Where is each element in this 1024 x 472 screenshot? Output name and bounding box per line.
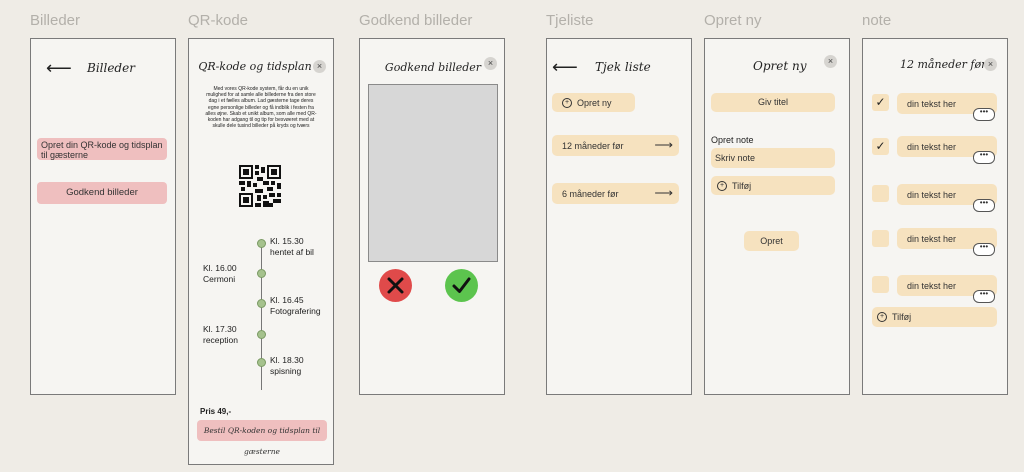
- checkbox[interactable]: [872, 276, 889, 293]
- timeline-dot: [257, 299, 266, 308]
- arrow-left-icon[interactable]: ⟵: [552, 57, 578, 78]
- checkbox[interactable]: [872, 230, 889, 247]
- more-options-icon[interactable]: •••: [973, 243, 995, 256]
- note-row[interactable]: din tekst her •••: [897, 184, 997, 212]
- more-options-icon[interactable]: •••: [973, 108, 995, 121]
- plus-circle-icon: +: [717, 180, 727, 191]
- page-title: QR-kode og tidsplan: [198, 60, 312, 73]
- billeder-frame: ⟵ Billeder Opret din QR-kode og tidsplan…: [30, 38, 176, 395]
- timeline-entry: Kl. 18.30 spisning: [270, 355, 304, 376]
- more-options-icon[interactable]: •••: [973, 290, 995, 303]
- timeline-line: [261, 242, 262, 390]
- page-title: Billeder: [87, 61, 135, 75]
- frame-label-tjek: Tjeliste: [546, 12, 594, 29]
- arrow-left-icon[interactable]: ⟵: [46, 58, 72, 79]
- more-options-icon[interactable]: •••: [973, 199, 995, 212]
- frame-label-opret: Opret ny: [704, 12, 762, 29]
- check-icon[interactable]: [445, 269, 478, 302]
- create-qr-button[interactable]: Opret din QR-kode og tidsplan til gæster…: [37, 138, 167, 160]
- page-title: 12 måneder før: [900, 58, 987, 71]
- close-icon[interactable]: ×: [824, 55, 837, 68]
- arrow-right-icon: ⟶: [654, 184, 673, 200]
- qr-frame: QR-kode og tidsplan × Med vores QR-kode …: [188, 38, 334, 465]
- note-frame: 12 måneder før × ✓ din tekst her ••• ✓ d…: [862, 38, 1008, 395]
- title-input-button[interactable]: Giv titel: [711, 93, 835, 112]
- price-label: Pris 49,-: [200, 407, 232, 416]
- approve-photos-button[interactable]: Godkend billeder: [37, 182, 167, 204]
- checkbox-checked[interactable]: ✓: [872, 138, 889, 155]
- timeline-dot: [257, 330, 266, 339]
- frame-label-godkend: Godkend billeder: [359, 12, 473, 29]
- close-icon[interactable]: ×: [484, 57, 497, 70]
- timeline-entry: Kl. 17.30 reception: [203, 324, 238, 345]
- more-options-icon[interactable]: •••: [973, 151, 995, 164]
- qr-description: Med vores QR-kode system, får du en unik…: [205, 86, 317, 130]
- close-icon[interactable]: ×: [984, 58, 997, 71]
- plus-circle-icon: +: [877, 312, 887, 322]
- add-button[interactable]: + Tilføj: [872, 307, 997, 327]
- page-title: Tjek liste: [595, 60, 651, 74]
- opret-frame: Opret ny × Giv titel Opret note Skriv no…: [704, 38, 850, 395]
- frame-label-qr: QR-kode: [188, 12, 249, 29]
- create-button[interactable]: Opret: [744, 231, 799, 251]
- timeline-entry: Kl. 15.30 hentet af bil: [270, 236, 314, 257]
- x-icon[interactable]: [379, 269, 412, 302]
- checkbox-checked[interactable]: ✓: [872, 94, 889, 111]
- photo-preview: [368, 84, 498, 262]
- note-row[interactable]: din tekst her •••: [897, 275, 997, 303]
- frame-label-note: note: [862, 12, 892, 29]
- list-item-12-months[interactable]: 12 måneder før ⟶: [552, 135, 679, 156]
- page-title: Opret ny: [753, 59, 807, 73]
- timeline-dot: [257, 239, 266, 248]
- timeline-dot: [257, 358, 266, 367]
- timeline-entry: Kl. 16.00 Cermoni: [203, 263, 237, 284]
- note-row[interactable]: din tekst her •••: [897, 93, 997, 121]
- list-item-6-months[interactable]: 6 måneder før ⟶: [552, 183, 679, 204]
- note-row[interactable]: din tekst her •••: [897, 136, 997, 164]
- timeline-entry: Kl. 16.45 Fotografering: [270, 295, 321, 316]
- timeline-dot: [257, 269, 266, 278]
- godkend-frame: Godkend billeder ×: [359, 38, 505, 395]
- checkbox[interactable]: [872, 185, 889, 202]
- note-label: Opret note: [711, 135, 754, 145]
- qr-code-icon: [239, 165, 281, 207]
- tjek-frame: ⟵ Tjek liste + Opret ny 12 måneder før ⟶ …: [546, 38, 692, 395]
- arrow-right-icon: ⟶: [654, 136, 673, 152]
- plus-circle-icon: +: [562, 97, 572, 108]
- note-input[interactable]: Skriv note: [711, 148, 835, 168]
- order-qr-button[interactable]: Bestil QR-koden og tidsplan til gæsterne: [197, 420, 327, 456]
- close-icon[interactable]: ×: [313, 60, 326, 73]
- new-list-button[interactable]: + Opret ny: [552, 93, 635, 112]
- add-button[interactable]: + Tilføj: [711, 176, 835, 195]
- frame-label-billeder: Billeder: [30, 12, 81, 29]
- note-row[interactable]: din tekst her •••: [897, 228, 997, 256]
